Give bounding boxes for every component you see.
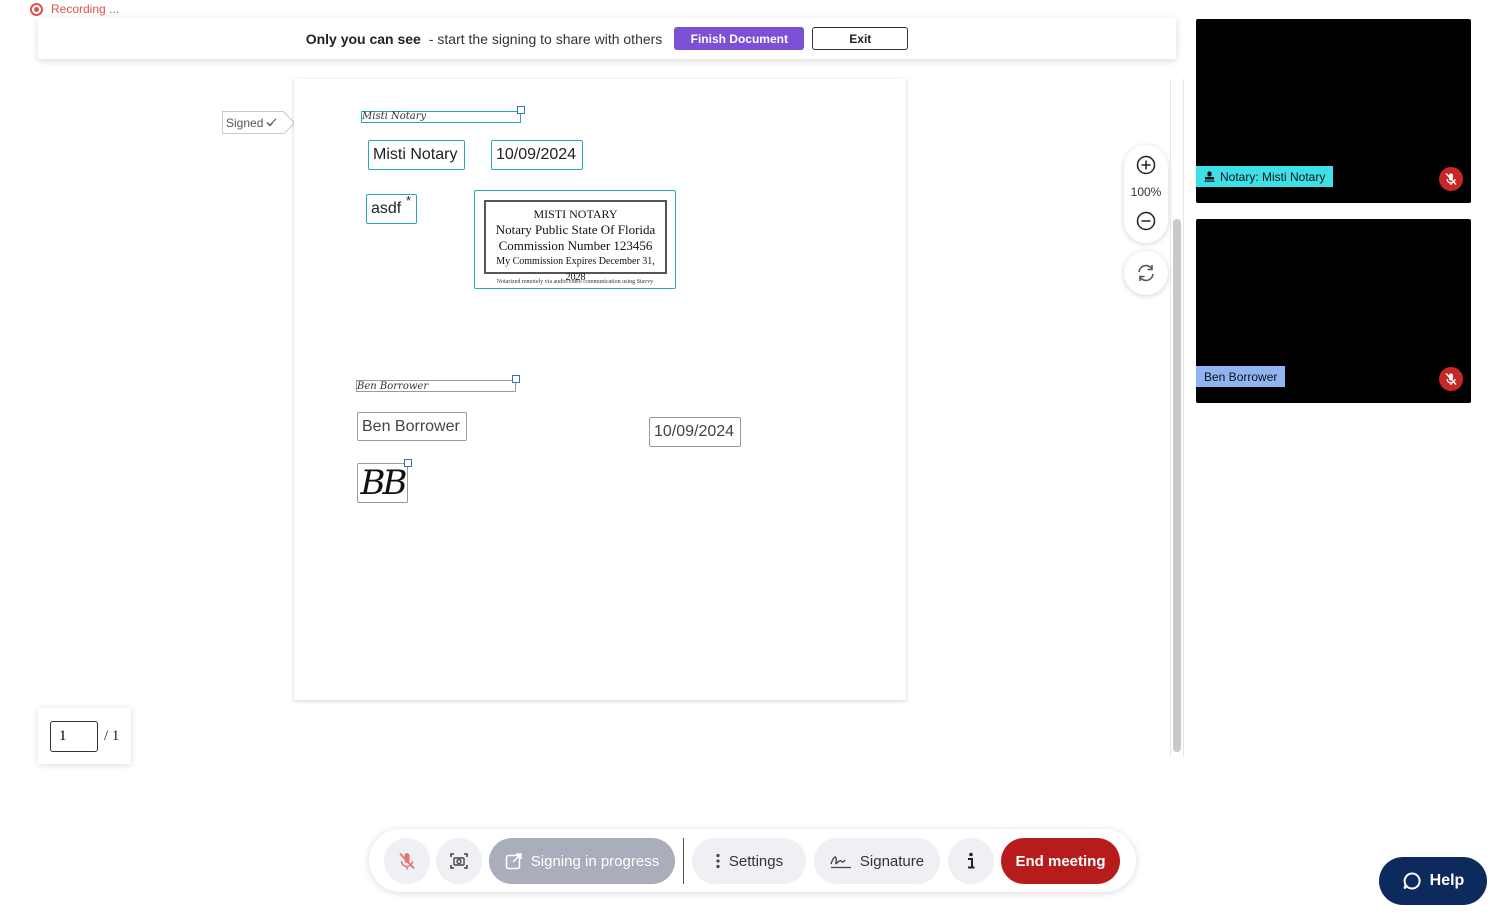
end-meeting-button[interactable]: End meeting <box>1001 838 1120 884</box>
notary-text-value: asdf <box>371 200 402 217</box>
signed-tag: Signed <box>222 111 284 134</box>
banner-sub-text: - start the signing to share with others <box>428 30 663 47</box>
chat-bubble-icon <box>1403 872 1421 890</box>
mic-muted-indicator <box>1439 167 1463 191</box>
banner-bold-text: Only you can see <box>305 30 421 47</box>
borrower-name-text: Ben Borrower <box>362 417 460 435</box>
zoom-out-icon <box>1136 211 1156 231</box>
zoom-in-button[interactable] <box>1134 153 1158 177</box>
info-button[interactable] <box>948 838 994 884</box>
borrower-name-field[interactable]: Ben Borrower <box>357 412 467 441</box>
info-icon <box>968 852 975 869</box>
signing-in-progress-button[interactable]: Signing in progress <box>489 838 675 884</box>
seal-line-1: MISTI NOTARY <box>533 207 618 221</box>
rotate-button[interactable] <box>1124 251 1168 295</box>
mic-off-icon <box>1445 373 1457 385</box>
exit-button[interactable]: Exit <box>812 27 909 50</box>
stamp-icon <box>1204 171 1215 182</box>
notary-seal-field[interactable]: MISTI NOTARY Notary Public State Of Flor… <box>474 190 676 289</box>
participant-name: Ben Borrower <box>1204 369 1278 384</box>
seal-line-3: Commission Number 123456 <box>498 238 653 253</box>
resize-handle[interactable] <box>517 106 525 114</box>
recording-indicator: Recording ... <box>30 2 119 16</box>
zoom-level: 100% <box>1130 185 1162 199</box>
zoom-out-button[interactable] <box>1134 209 1158 233</box>
page-number-input[interactable] <box>50 720 98 752</box>
screenshot-button[interactable] <box>436 838 482 884</box>
check-icon <box>266 118 277 127</box>
signed-tag-label: Signed <box>226 115 264 130</box>
camera-icon <box>450 853 468 869</box>
mute-button[interactable] <box>384 838 430 884</box>
participant-name-tag: Notary: Misti Notary <box>1196 166 1334 187</box>
rotate-icon <box>1138 264 1154 282</box>
borrower-date-field[interactable]: 10/09/2024 <box>649 417 741 447</box>
signature-icon <box>830 856 851 869</box>
recording-label: Recording ... <box>51 2 120 16</box>
signature-label: Signature <box>859 852 925 870</box>
notary-date-field[interactable]: 10/09/2024 <box>491 140 583 170</box>
seal-footer: Notarized remotely via audio/video commu… <box>496 279 654 285</box>
mic-off-icon <box>399 852 415 870</box>
external-link-icon <box>505 853 522 870</box>
help-button[interactable]: Help <box>1379 857 1487 905</box>
borrower-initials-text: BB <box>360 463 408 503</box>
finish-document-button[interactable]: Finish Document <box>674 27 805 50</box>
participant-name-tag: Ben Borrower <box>1196 366 1286 387</box>
required-mark: * <box>405 193 411 208</box>
end-meeting-label: End meeting <box>1015 852 1106 870</box>
zoom-in-icon <box>1136 155 1156 175</box>
notary-seal: MISTI NOTARY Notary Public State Of Flor… <box>484 200 667 283</box>
zoom-controls: 100% <box>1124 145 1168 243</box>
notary-signature-text: Misti Notary <box>362 111 427 122</box>
notary-date-text: 10/09/2024 <box>496 146 577 163</box>
top-banner: Only you can see - start the signing to … <box>38 18 1176 59</box>
notary-text-field[interactable]: asdf * <box>366 193 417 224</box>
page-indicator: / 1 <box>38 708 131 764</box>
borrower-date-text: 10/09/2024 <box>654 423 735 440</box>
page-total: / 1 <box>104 727 120 744</box>
settings-label: Settings <box>728 852 784 870</box>
mic-off-icon <box>1445 173 1457 185</box>
resize-handle[interactable] <box>512 375 520 383</box>
settings-button[interactable]: Settings <box>692 838 806 884</box>
more-vertical-icon <box>716 853 720 869</box>
signing-in-progress-label: Signing in progress <box>530 852 660 870</box>
borrower-initials-field[interactable]: BB <box>357 463 408 503</box>
recording-icon <box>30 2 43 16</box>
video-tile-borrower: Ben Borrower <box>1196 219 1471 403</box>
mic-muted-indicator <box>1439 367 1463 391</box>
seal-line-2: Notary Public State Of Florida <box>495 222 656 237</box>
notary-name-field[interactable]: Misti Notary <box>368 140 465 170</box>
signature-button[interactable]: Signature <box>814 838 940 884</box>
help-label: Help <box>1429 872 1465 889</box>
resize-handle[interactable] <box>404 459 412 467</box>
video-tile-notary: Notary: Misti Notary <box>1196 19 1471 203</box>
borrower-signature-text: Ben Borrower <box>357 381 429 392</box>
scrollbar-thumb[interactable] <box>1173 219 1181 752</box>
bottom-toolbar: Signing in progress Settings Signature E… <box>369 829 1136 892</box>
participant-name: Notary: Misti Notary <box>1220 169 1326 184</box>
toolbar-divider <box>683 838 684 884</box>
notary-name-text: Misti Notary <box>373 146 458 163</box>
